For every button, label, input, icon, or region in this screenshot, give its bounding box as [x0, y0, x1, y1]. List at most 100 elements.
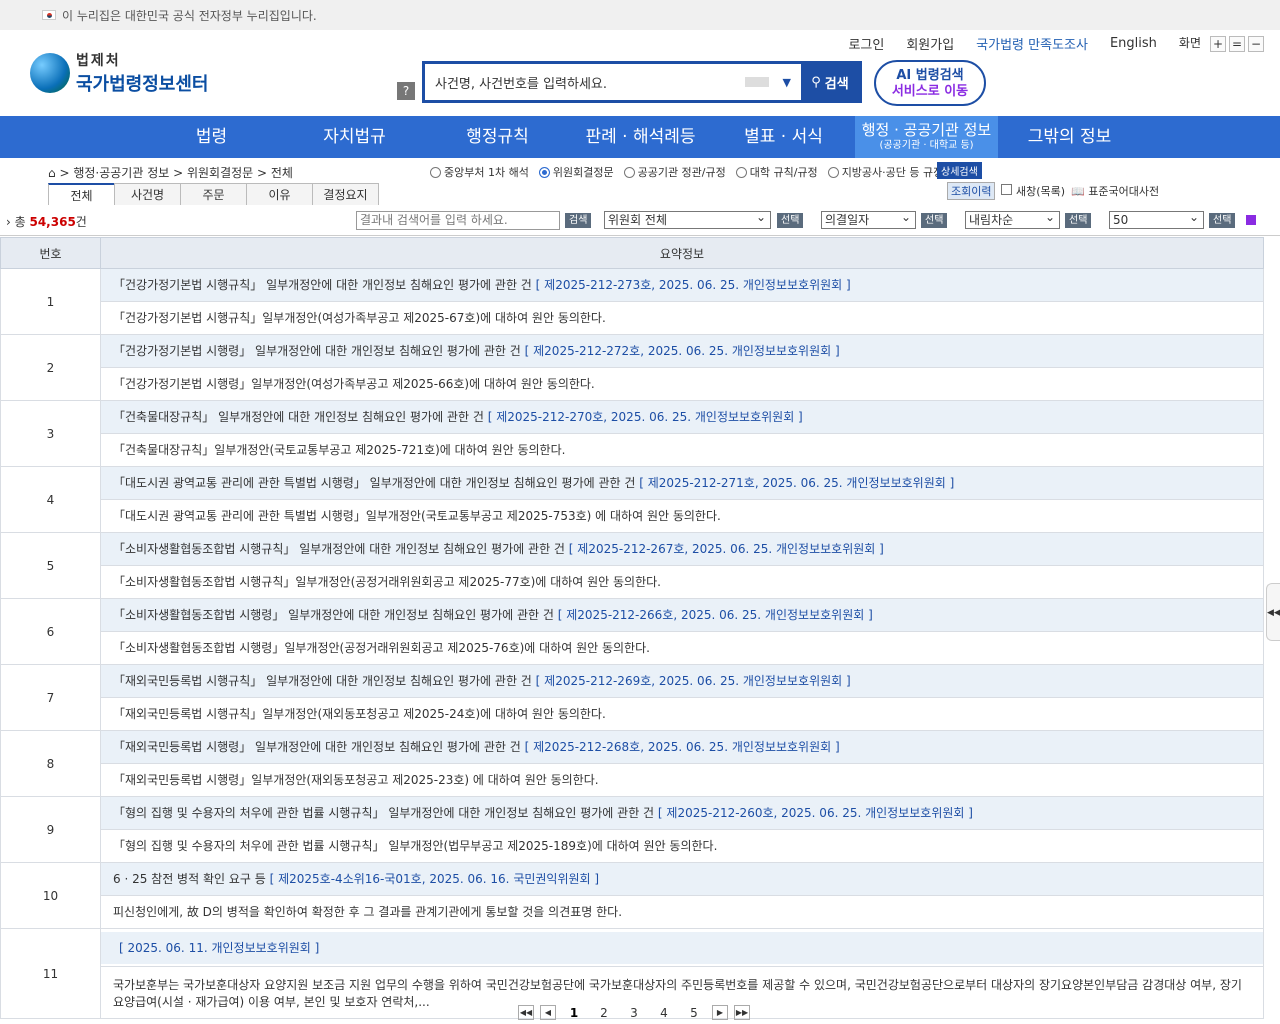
- radio-university[interactable]: 대학 규칙/규정: [735, 164, 818, 180]
- tab-case-name[interactable]: 사건명: [114, 183, 181, 205]
- radio-public-rules[interactable]: 공공기관 정관/규정: [623, 164, 726, 180]
- screen-label: 화면: [1178, 35, 1201, 50]
- logo[interactable]: 법제처 국가법령정보센터: [30, 50, 208, 96]
- order-select[interactable]: 내림차순: [965, 209, 1060, 229]
- row-title[interactable]: 「대도시권 광역교통 관리에 관한 특별법 시행령」 일부개정안에 대한 개인정…: [101, 467, 1263, 499]
- row-link[interactable]: [ 제2025-212-269호, 2025. 06. 25. 개인정보보호위원…: [536, 674, 851, 688]
- radio-local-corp[interactable]: 지방공사·공단 등 규정: [827, 164, 943, 180]
- nav-public-info[interactable]: 행정 · 공공기관 정보 (공공기관 · 대학교 등): [855, 116, 998, 158]
- survey-link[interactable]: 국가법령 만족도조사: [976, 34, 1088, 53]
- row-title-text: 「건축물대장규칙」 일부개정안에 대한 개인정보 침해요인 평가에 관한 건: [113, 410, 484, 424]
- next-page-button[interactable]: ▶: [712, 1005, 728, 1020]
- row-link[interactable]: [ 제2025-212-266호, 2025. 06. 25. 개인정보보호위원…: [558, 608, 873, 622]
- page-5[interactable]: 5: [682, 1006, 706, 1020]
- table-row[interactable]: 5 「소비자생활협동조합법 시행규칙」 일부개정안에 대한 개인정보 침해요인 평…: [0, 532, 1264, 599]
- help-icon[interactable]: ?: [397, 82, 415, 100]
- tab-reason[interactable]: 이유: [246, 183, 313, 205]
- row-link[interactable]: [ 제2025호-4소위16-국01호, 2025. 06. 16. 국민권익위…: [270, 872, 599, 886]
- nav-laws[interactable]: 법령: [140, 116, 283, 158]
- table-row[interactable]: 1 「건강가정기본법 시행규칙」 일부개정안에 대한 개인정보 침해요인 평가에 …: [0, 268, 1264, 335]
- radio-committee[interactable]: 위원회결정문: [538, 164, 614, 180]
- search-input[interactable]: 사건명, 사건번호를 입력하세요.: [425, 73, 745, 92]
- row-title[interactable]: 「건강가정기본법 시행규칙」 일부개정안에 대한 개인정보 침해요인 평가에 관…: [101, 269, 1263, 301]
- row-link[interactable]: [ 제2025-212-268호, 2025. 06. 25. 개인정보보호위원…: [525, 740, 840, 754]
- side-panel-toggle[interactable]: ◀◀: [1266, 583, 1280, 641]
- nav-precedents[interactable]: 판례 · 해석례등: [569, 116, 712, 158]
- result-search-input[interactable]: 결과내 검색어를 입력 하세요.: [356, 211, 560, 230]
- row-title[interactable]: 「형의 집행 및 수용자의 처우에 관한 법률 시행규칙」 일부개정안에 대한 …: [101, 797, 1263, 829]
- row-title[interactable]: 「재외국민등록법 시행령」 일부개정안에 대한 개인정보 침해요인 평가에 관한…: [101, 731, 1263, 763]
- table-row-summary: 「대도시권 광역교통 관리에 관한 특별법 시행령」일부개정안(국토교통부공고 …: [1, 499, 1264, 533]
- page-4[interactable]: 4: [652, 1006, 676, 1020]
- nav-public-info-sub: (공공기관 · 대학교 등): [879, 140, 974, 151]
- date-select-button[interactable]: 선택: [921, 213, 948, 228]
- page-1[interactable]: 1: [562, 1006, 586, 1020]
- advanced-search-button[interactable]: 상세검색: [937, 162, 982, 179]
- row-number: 11: [0, 928, 101, 1019]
- zoom-out-button[interactable]: −: [1248, 35, 1264, 52]
- row-title-text: 「소비자생활협동조합법 시행령」 일부개정안에 대한 개인정보 침해요인 평가에…: [113, 608, 554, 622]
- row-title[interactable]: 「소비자생활협동조합법 시행규칙」 일부개정안에 대한 개인정보 침해요인 평가…: [101, 533, 1263, 565]
- table-row[interactable]: 7 「재외국민등록법 시행규칙」 일부개정안에 대한 개인정보 침해요인 평가에 …: [0, 664, 1264, 731]
- row-title[interactable]: 「건강가정기본법 시행령」 일부개정안에 대한 개인정보 침해요인 평가에 관한…: [101, 335, 1263, 367]
- row-link[interactable]: [ 2025. 06. 11. 개인정보보호위원회 ]: [113, 941, 319, 955]
- committee-select-button[interactable]: 선택: [777, 213, 804, 228]
- history-bar: 조회이력 새창(목록) 📖 표준국어대사전: [947, 182, 1159, 200]
- row-title[interactable]: 「소비자생활협동조합법 시행령」 일부개정안에 대한 개인정보 침해요인 평가에…: [101, 599, 1263, 631]
- search-button[interactable]: ⚲ 검색: [801, 64, 859, 100]
- join-link[interactable]: 회원가입: [906, 34, 954, 53]
- row-link[interactable]: [ 제2025-212-267호, 2025. 06. 25. 개인정보보호위원…: [569, 542, 884, 556]
- radio-interpretation[interactable]: 중앙부처 1차 해석: [430, 164, 529, 180]
- last-page-button[interactable]: ▶▶: [734, 1005, 750, 1020]
- save-icon[interactable]: [1246, 215, 1256, 225]
- row-link[interactable]: [ 제2025-212-273호, 2025. 06. 25. 개인정보보호위원…: [536, 278, 851, 292]
- table-row[interactable]: 2 「건강가정기본법 시행령」 일부개정안에 대한 개인정보 침해요인 평가에 관…: [0, 334, 1264, 401]
- table-row[interactable]: 3 「건축물대장규칙」 일부개정안에 대한 개인정보 침해요인 평가에 관한 건 …: [0, 400, 1264, 467]
- row-title[interactable]: 「건축물대장규칙」 일부개정안에 대한 개인정보 침해요인 평가에 관한 건 […: [101, 401, 1263, 433]
- login-link[interactable]: 로그인: [848, 34, 884, 53]
- prev-page-button[interactable]: ◀: [540, 1005, 556, 1020]
- count-select[interactable]: 50: [1109, 209, 1204, 229]
- zoom-in-button[interactable]: +: [1210, 35, 1226, 52]
- table-row[interactable]: 9 「형의 집행 및 수용자의 처우에 관한 법률 시행규칙」 일부개정안에 대한…: [0, 796, 1264, 863]
- tab-all[interactable]: 전체: [48, 183, 115, 205]
- committee-select[interactable]: 위원회 전체: [604, 209, 771, 229]
- nav-other[interactable]: 그밖의 정보: [998, 116, 1141, 158]
- table-row[interactable]: 11 [ 2025. 06. 11. 개인정보보호위원회 ]: [0, 927, 1264, 1019]
- table-row[interactable]: 6 「소비자생활협동조합법 시행령」 일부개정안에 대한 개인정보 침해요인 평가…: [0, 598, 1264, 665]
- row-link[interactable]: [ 제2025-212-270호, 2025. 06. 25. 개인정보보호위원…: [488, 410, 803, 424]
- home-icon[interactable]: ⌂: [48, 166, 56, 180]
- english-link[interactable]: English: [1110, 36, 1157, 51]
- first-page-button[interactable]: ◀◀: [518, 1005, 534, 1020]
- nav-forms[interactable]: 별표 · 서식: [712, 116, 855, 158]
- page-2[interactable]: 2: [592, 1006, 616, 1020]
- row-title[interactable]: 「재외국민등록법 시행규칙」 일부개정안에 대한 개인정보 침해요인 평가에 관…: [101, 665, 1263, 697]
- tab-order[interactable]: 주문: [180, 183, 247, 205]
- order-select-button[interactable]: 선택: [1065, 213, 1092, 228]
- row-title[interactable]: [ 2025. 06. 11. 개인정보보호위원회 ]: [101, 931, 1263, 964]
- keyboard-icon[interactable]: [744, 77, 769, 87]
- ai-search-button[interactable]: AI 법령검색 서비스로 이동: [874, 60, 986, 106]
- tab-summary[interactable]: 결정요지: [312, 183, 379, 205]
- row-link[interactable]: [ 제2025-212-260호, 2025. 06. 25. 개인정보보호위원…: [658, 806, 973, 820]
- row-link[interactable]: [ 제2025-212-271호, 2025. 06. 25. 개인정보보호위원…: [639, 476, 954, 490]
- count-select-button[interactable]: 선택: [1209, 213, 1236, 228]
- table-row[interactable]: 4 「대도시권 광역교통 관리에 관한 특별법 시행령」 일부개정안에 대한 개인…: [0, 466, 1264, 533]
- newwin-toggle[interactable]: 새창(목록): [1001, 183, 1065, 199]
- gov-banner-text: 이 누리집은 대한민국 공식 전자정부 누리집입니다.: [62, 8, 317, 23]
- row-summary: 「소비자생활협동조합법 시행규칙」일부개정안(공정거래위원회공고 제2025-7…: [113, 575, 661, 589]
- zoom-reset-button[interactable]: =: [1229, 35, 1245, 52]
- total-number: 54,365: [29, 214, 76, 229]
- view-history-button[interactable]: 조회이력: [947, 182, 996, 200]
- row-title[interactable]: 6 · 25 참전 병적 확인 요구 등 [ 제2025호-4소위16-국01호…: [101, 863, 1263, 895]
- date-select[interactable]: 의결일자: [821, 209, 916, 229]
- dictionary-link[interactable]: 📖 표준국어대사전: [1071, 183, 1159, 199]
- row-link[interactable]: [ 제2025-212-272호, 2025. 06. 25. 개인정보보호위원…: [525, 344, 840, 358]
- table-row[interactable]: 10 6 · 25 참전 병적 확인 요구 등 [ 제2025호-4소위16-국0…: [0, 862, 1264, 929]
- result-search-button[interactable]: 검색: [565, 213, 592, 228]
- table-row[interactable]: 8 「재외국민등록법 시행령」 일부개정안에 대한 개인정보 침해요인 평가에 관…: [0, 730, 1264, 797]
- page-3[interactable]: 3: [622, 1006, 646, 1020]
- nav-local-laws[interactable]: 자치법규: [283, 116, 426, 158]
- search-dropdown-icon[interactable]: ▼: [783, 76, 791, 89]
- nav-admin-rules[interactable]: 행정규칙: [426, 116, 569, 158]
